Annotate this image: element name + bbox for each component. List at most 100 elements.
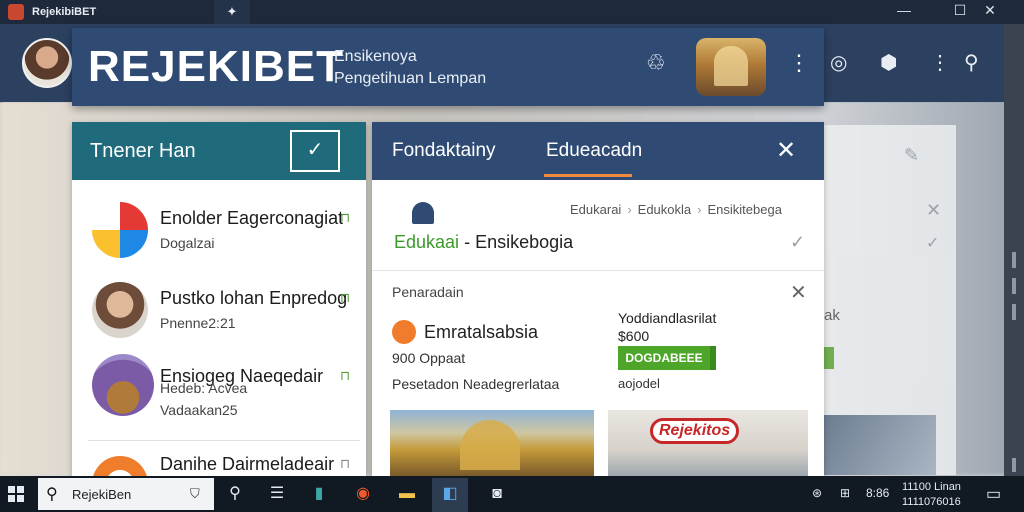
offer-description: Pesetadon Neadegrerlataa bbox=[392, 376, 560, 392]
tab-fondaktainy[interactable]: Fondaktainy bbox=[392, 140, 496, 162]
window-titlebar: RejekibiBET ✦ — ☐ ✕ bbox=[0, 0, 1024, 24]
pencil-icon: ✎ bbox=[904, 145, 920, 165]
search-icon[interactable]: ⚲ bbox=[224, 483, 246, 505]
brand-logo[interactable]: REJEKIBET bbox=[88, 42, 344, 92]
windows-logo-icon bbox=[17, 486, 24, 493]
network-icon[interactable]: ⊛ bbox=[812, 486, 822, 500]
taskbar: ⚲ RejekiBen ⛉ ⚲ ☰ ▮ ◉ ▬ ◧ ◙ ⊛ ⊞ 8:86 111… bbox=[0, 476, 1024, 512]
ghost-green-bar bbox=[824, 347, 834, 369]
temple-photo[interactable] bbox=[390, 410, 594, 476]
close-icon: ✕ bbox=[926, 200, 942, 220]
storefront-photo[interactable]: Rejekitos bbox=[608, 410, 808, 476]
item-logo-icon bbox=[92, 202, 148, 258]
check-icon[interactable]: ✓ bbox=[790, 232, 805, 253]
offer-meta: 900 Oppaat bbox=[392, 350, 466, 366]
scroll-notch bbox=[1012, 252, 1016, 268]
start-button[interactable] bbox=[8, 486, 24, 502]
header-subtitle-2: Pengetihuan Lempan bbox=[334, 70, 487, 87]
search-text: RejekiBen bbox=[72, 487, 132, 502]
detail-panel: Fondaktainy Edueacadn ✕ Edukarai › Edukokl… bbox=[372, 122, 824, 476]
chevron-right-icon: › bbox=[697, 202, 702, 217]
left-panel-header: Tnener Han ✓ bbox=[72, 122, 366, 180]
store-icon[interactable]: ◙ bbox=[486, 483, 508, 505]
item-tower-image bbox=[92, 354, 154, 416]
close-window-button[interactable]: ✕ bbox=[978, 2, 1002, 22]
breadcrumb-item[interactable]: Ensikitebega bbox=[707, 202, 781, 217]
action-button-edge bbox=[710, 346, 716, 370]
maximize-button[interactable]: ☐ bbox=[948, 2, 972, 22]
storefront-sign: Rejekitos bbox=[650, 418, 740, 444]
item-avatar bbox=[92, 282, 148, 338]
shield-icon[interactable]: ⬢ bbox=[880, 50, 897, 75]
scroll-notch bbox=[1012, 458, 1016, 472]
clock-line-2[interactable]: 1111076016 bbox=[902, 496, 961, 508]
list-item[interactable]: Danihe Dairmeladeair ⊓ bbox=[72, 452, 366, 476]
shield-icon: ⛉ bbox=[190, 486, 200, 501]
taskbar-search-input[interactable]: ⚲ RejekiBen ⛉ bbox=[38, 478, 214, 510]
background-scrollbar-strip[interactable] bbox=[1004, 22, 1024, 476]
chart-app-icon[interactable]: ▮ bbox=[308, 483, 330, 505]
check-icon: ✓ bbox=[926, 235, 940, 252]
breadcrumb-item[interactable]: Edukarai bbox=[570, 202, 621, 217]
lock-icon: ⊓ bbox=[340, 456, 351, 471]
pin-tab[interactable]: ✦ bbox=[214, 0, 250, 24]
scroll-notch bbox=[1012, 278, 1016, 294]
notifications-icon[interactable]: ▭ bbox=[986, 484, 1001, 504]
item-name: Pustko lohan Enpredog bbox=[160, 288, 348, 308]
window-title: RejekibiBET bbox=[32, 6, 97, 18]
more-vertical-icon[interactable]: ⋮ bbox=[788, 50, 810, 76]
windows-logo-icon bbox=[8, 495, 15, 502]
task-view-icon[interactable]: ☰ bbox=[266, 483, 288, 505]
close-subsection-button[interactable]: ✕ bbox=[790, 280, 807, 305]
location-pin-icon bbox=[412, 202, 434, 224]
offer-title[interactable]: Emratalsabsia bbox=[424, 322, 538, 343]
subsection-label: Penaradain bbox=[392, 284, 464, 300]
header-subtitle: Ensikenoya bbox=[334, 48, 417, 65]
folder-icon[interactable]: ▬ bbox=[396, 483, 418, 505]
search-icon[interactable]: ⚲ bbox=[964, 50, 979, 75]
list-item[interactable]: Enolder Eagerconagiat Dogalzai ⊓ bbox=[72, 192, 366, 272]
offer-right-sub: aojodel bbox=[618, 376, 660, 391]
tab-edueacadn[interactable]: Edueacadn bbox=[546, 140, 642, 162]
camera-icon[interactable]: ◎ bbox=[830, 50, 847, 75]
edit-button[interactable]: ✓ bbox=[290, 130, 340, 172]
action-button[interactable]: DOGDABEEE bbox=[618, 346, 710, 370]
section-title-rest: - Ensikebogia bbox=[464, 232, 574, 252]
edit-icon: ✓ bbox=[306, 139, 324, 161]
chevron-right-icon: › bbox=[627, 202, 632, 217]
featured-thumbnail[interactable] bbox=[696, 38, 766, 96]
tray-box-icon[interactable]: ⊞ bbox=[840, 486, 850, 500]
left-list-panel: Tnener Han ✓ Enolder Eagerconagiat Dogal… bbox=[72, 122, 366, 476]
ghost-photo bbox=[824, 415, 936, 475]
ghost-text: ak bbox=[824, 307, 840, 324]
item-sub: Hedeb: Acvea bbox=[160, 380, 248, 396]
breadcrumb: Edukarai › Edukokla › Ensikitebega bbox=[570, 202, 782, 217]
app-logo-icon bbox=[8, 4, 24, 20]
list-item[interactable]: Pustko lohan Enpredog Pnenne2:21 ⊓ bbox=[72, 272, 366, 352]
minimize-button[interactable]: — bbox=[892, 2, 916, 22]
windows-logo-icon bbox=[8, 486, 15, 493]
tray-text[interactable]: 8:86 bbox=[866, 486, 889, 500]
item-name: Danihe Dairmeladeair bbox=[160, 454, 335, 474]
breadcrumb-item[interactable]: Edukokla bbox=[638, 202, 691, 217]
clock-line-1[interactable]: 11100 Linan bbox=[902, 481, 961, 493]
item-sub: Pnenne2:21 bbox=[160, 315, 236, 331]
pin-icon: ✦ bbox=[226, 4, 238, 19]
item-name: Enolder Eagerconagiat bbox=[160, 208, 344, 228]
more-vertical-icon[interactable]: ⋮ bbox=[930, 50, 950, 75]
main-header: REJEKIBET Ensikenoya Pengetihuan Lempan … bbox=[72, 28, 824, 106]
list-divider bbox=[88, 440, 360, 441]
orange-badge-icon bbox=[392, 320, 416, 344]
offer-price: $600 bbox=[618, 328, 650, 344]
close-panel-button[interactable]: ✕ bbox=[776, 136, 796, 165]
user-avatar[interactable] bbox=[22, 38, 72, 88]
lock-icon: ⊓ bbox=[340, 290, 351, 305]
notification-bell-icon[interactable]: ♲ bbox=[646, 50, 666, 76]
lock-icon: ⊓ bbox=[340, 210, 351, 225]
lock-icon: ⊓ bbox=[340, 368, 351, 383]
list-item[interactable]: Ensiogeg Naeqedair Hedeb: Acvea Vadaakan… bbox=[72, 350, 366, 430]
app-icon[interactable]: ◧ bbox=[439, 483, 461, 505]
section-title-accent: Edukaai bbox=[394, 232, 460, 252]
active-tab-indicator bbox=[544, 174, 632, 177]
browser-icon[interactable]: ◉ bbox=[352, 483, 374, 505]
